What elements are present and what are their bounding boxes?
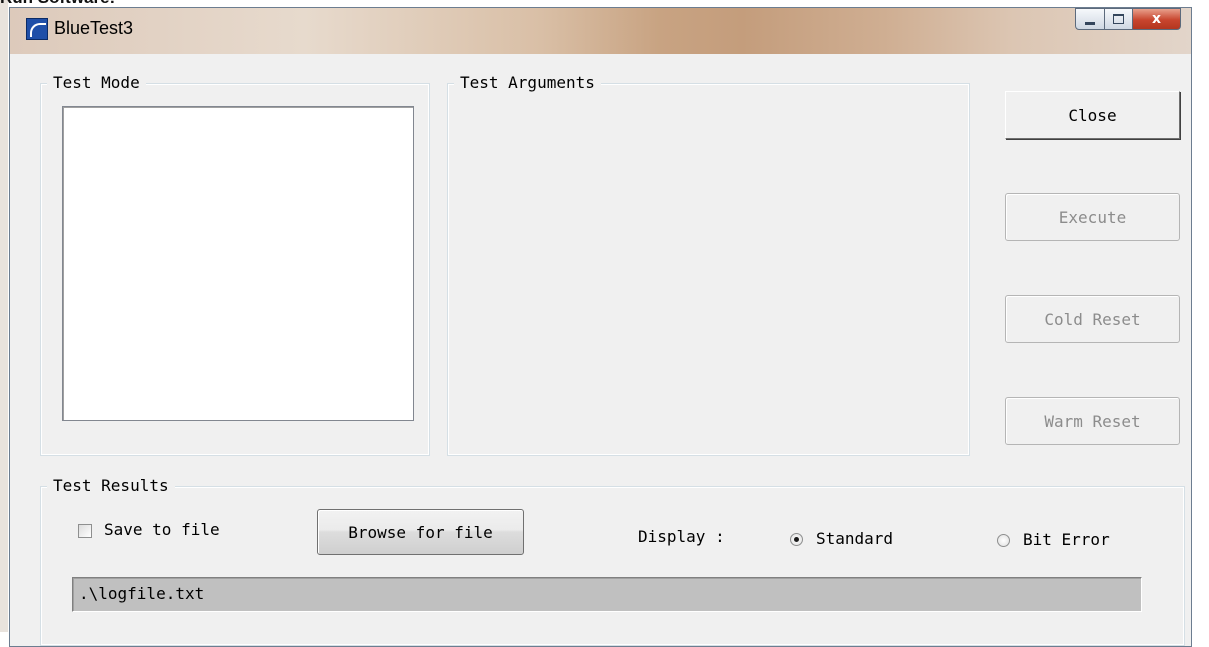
save-to-file-checkbox[interactable] — [78, 524, 92, 538]
bluetest-app-icon[interactable] — [26, 18, 48, 40]
display-label: Display : — [638, 527, 725, 546]
execute-button[interactable]: Execute — [1005, 193, 1180, 241]
log-file-path-field[interactable]: .\logfile.txt — [72, 577, 1142, 612]
test-results-group: Test Results — [40, 476, 1185, 646]
standard-radio-label[interactable]: Standard — [816, 529, 893, 549]
minimize-button[interactable] — [1075, 8, 1105, 30]
test-mode-legend: Test Mode — [47, 73, 146, 93]
caption-buttons: x — [1075, 8, 1181, 32]
close-button[interactable]: Close — [1005, 91, 1180, 139]
standard-radio[interactable] — [790, 533, 803, 546]
window-close-button[interactable]: x — [1133, 8, 1181, 30]
test-mode-list[interactable] — [62, 106, 414, 421]
background-window-edge — [0, 0, 8, 632]
test-arguments-legend: Test Arguments — [454, 73, 601, 93]
test-arguments-group: Test Arguments — [447, 73, 970, 456]
minimize-icon — [1085, 21, 1095, 25]
bit-error-radio-label[interactable]: Bit Error — [1023, 530, 1110, 550]
bit-error-radio[interactable] — [997, 534, 1010, 547]
test-results-legend: Test Results — [47, 476, 175, 496]
radio-selected-dot — [794, 537, 799, 542]
cold-reset-button[interactable]: Cold Reset — [1005, 295, 1180, 343]
warm-reset-button[interactable]: Warm Reset — [1005, 397, 1180, 445]
title-bar[interactable]: BlueTest3 x — [10, 8, 1191, 54]
browse-for-file-button[interactable]: Browse for file — [317, 509, 524, 555]
close-icon: x — [1151, 11, 1162, 27]
save-to-file-label[interactable]: Save to file — [104, 520, 220, 540]
window-title: BlueTest3 — [54, 18, 134, 38]
maximize-button[interactable] — [1105, 8, 1133, 30]
maximize-icon — [1113, 14, 1124, 24]
